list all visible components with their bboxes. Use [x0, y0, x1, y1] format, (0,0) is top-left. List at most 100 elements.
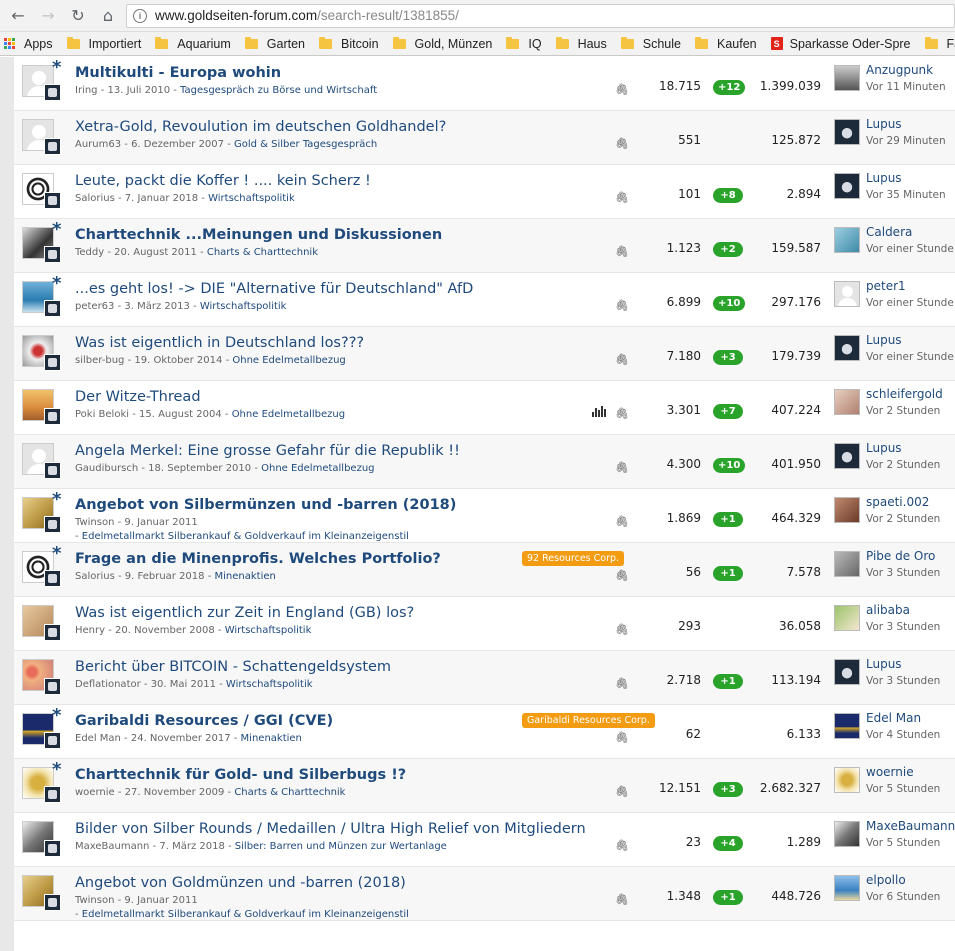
back-icon[interactable]: ←	[6, 4, 30, 28]
thread-author[interactable]: Poki Beloki	[75, 409, 129, 420]
last-poster-name[interactable]: schleifergold	[866, 387, 943, 401]
last-poster-mini-avatar[interactable]	[44, 516, 61, 533]
thread-forum[interactable]: Tagesgespräch zu Börse und Wirtschaft	[180, 85, 377, 96]
thread-author[interactable]: Iring	[75, 85, 98, 96]
new-posts-badge[interactable]: +2	[713, 242, 743, 257]
company-tag[interactable]: 92 Resources Corp.	[522, 551, 625, 566]
new-posts-badge[interactable]: +4	[713, 836, 743, 851]
bookmark-4[interactable]: Bitcoin	[319, 36, 379, 51]
thread-author[interactable]: Twinson	[75, 895, 114, 906]
last-poster-name[interactable]: Lupus	[866, 333, 902, 347]
last-poster-name[interactable]: Caldera	[866, 225, 912, 239]
thread-forum[interactable]: Ohne Edelmetallbezug	[232, 355, 345, 366]
last-poster-avatar[interactable]	[834, 767, 860, 793]
thread-forum[interactable]: Charts & Charttechnik	[207, 247, 318, 258]
last-poster-name[interactable]: MaxeBaumann	[866, 819, 955, 833]
thread-author[interactable]: Gaudibursch	[75, 463, 138, 474]
last-poster-avatar[interactable]	[834, 875, 860, 901]
last-poster-mini-avatar[interactable]	[44, 570, 61, 587]
thread-author[interactable]: Teddy	[75, 247, 104, 258]
last-poster-mini-avatar[interactable]	[44, 84, 61, 101]
bookmark-5[interactable]: Gold, Münzen	[392, 36, 492, 51]
thread-author[interactable]: silber-bug	[75, 355, 124, 366]
last-poster-mini-avatar[interactable]	[44, 894, 61, 911]
thread-forum[interactable]: Minenaktien	[215, 571, 276, 582]
last-poster-name[interactable]: Anzugpunk	[866, 63, 933, 77]
thread-title[interactable]: Multikulti - Europa wohin	[75, 65, 281, 81]
forward-icon[interactable]: →	[36, 4, 60, 28]
reload-icon[interactable]: ↻	[66, 4, 90, 28]
bookmark-8[interactable]: Schule	[620, 36, 681, 51]
last-poster-name[interactable]: peter1	[866, 279, 906, 293]
thread-forum[interactable]: Silber: Barren und Münzen zur Wertanlage	[235, 841, 447, 852]
last-poster-mini-avatar[interactable]	[44, 786, 61, 803]
thread-title[interactable]: Charttechnik für Gold- und Silberbugs !?	[75, 767, 406, 783]
thread-title[interactable]: Was ist eigentlich in Deutschland los???	[75, 335, 364, 351]
thread-author[interactable]: Aurum63	[75, 139, 121, 150]
last-poster-name[interactable]: Edel Man	[866, 711, 921, 725]
bookmark-3[interactable]: Garten	[244, 36, 305, 51]
thread-forum[interactable]: Charts & Charttechnik	[234, 787, 345, 798]
thread-title[interactable]: Garibaldi Resources / GGI (CVE)	[75, 713, 333, 729]
thread-author[interactable]: Deflationator	[75, 679, 141, 690]
last-poster-name[interactable]: woernie	[866, 765, 914, 779]
thread-forum[interactable]: Ohne Edelmetallbezug	[261, 463, 374, 474]
last-poster-mini-avatar[interactable]	[44, 462, 61, 479]
thread-title[interactable]: Angebot von Goldmünzen und -barren (2018…	[75, 875, 406, 891]
address-bar[interactable]: i www.goldseiten-forum.com/search-result…	[126, 3, 955, 28]
new-posts-badge[interactable]: +8	[713, 188, 743, 203]
thread-title[interactable]: Frage an die Minenprofis. Welches Portfo…	[75, 551, 441, 567]
new-posts-badge[interactable]: +1	[713, 674, 743, 689]
thread-forum[interactable]: Wirtschaftspolitik	[200, 301, 287, 312]
bookmark-9[interactable]: Kaufen	[695, 36, 757, 51]
thread-author[interactable]: Henry	[75, 625, 105, 636]
thread-author[interactable]: woernie	[75, 787, 115, 798]
thread-author[interactable]: Twinson	[75, 517, 114, 528]
bookmark-6[interactable]: IQ	[506, 36, 542, 51]
thread-author[interactable]: Salorius	[75, 193, 115, 204]
last-poster-avatar[interactable]	[834, 443, 860, 469]
last-poster-mini-avatar[interactable]	[44, 138, 61, 155]
thread-author[interactable]: Salorius	[75, 571, 115, 582]
thread-author[interactable]: MaxeBaumann	[75, 841, 149, 852]
last-poster-mini-avatar[interactable]	[44, 408, 61, 425]
last-poster-avatar[interactable]	[834, 119, 860, 145]
thread-forum[interactable]: Gold & Silber Tagesgespräch	[234, 139, 377, 150]
last-poster-avatar[interactable]	[834, 659, 860, 685]
last-poster-name[interactable]: Lupus	[866, 117, 902, 131]
last-poster-name[interactable]: elpollo	[866, 873, 906, 887]
thread-title[interactable]: Xetra-Gold, Revoulution im deutschen Gol…	[75, 119, 446, 135]
last-poster-avatar[interactable]	[834, 713, 860, 739]
last-poster-avatar[interactable]	[834, 227, 860, 253]
last-poster-mini-avatar[interactable]	[44, 300, 61, 317]
home-icon[interactable]: ⌂	[96, 4, 120, 28]
last-poster-mini-avatar[interactable]	[44, 840, 61, 857]
thread-title[interactable]: Angebot von Silbermünzen und -barren (20…	[75, 497, 456, 513]
last-poster-mini-avatar[interactable]	[44, 678, 61, 695]
thread-title[interactable]: Leute, packt die Koffer ! .... kein Sche…	[75, 173, 371, 189]
new-posts-badge[interactable]: +1	[713, 566, 743, 581]
new-posts-badge[interactable]: +3	[713, 782, 743, 797]
thread-forum[interactable]: Edelmetallmarkt Silberankauf & Goldverka…	[82, 909, 409, 920]
thread-author[interactable]: Edel Man	[75, 733, 121, 744]
last-poster-avatar[interactable]	[834, 173, 860, 199]
new-posts-badge[interactable]: +1	[713, 890, 743, 905]
thread-title[interactable]: Bilder von Silber Rounds / Medaillen / U…	[75, 821, 586, 837]
thread-title[interactable]: ...es geht los! -> DIE "Alternative für …	[75, 281, 473, 297]
bookmark-1[interactable]: Importiert	[66, 36, 141, 51]
bookmark-7[interactable]: Haus	[555, 36, 607, 51]
last-poster-avatar[interactable]	[834, 281, 860, 307]
bookmark-2[interactable]: Aquarium	[155, 36, 231, 51]
bookmark-11[interactable]: Fahrs	[924, 36, 955, 51]
new-posts-badge[interactable]: +1	[713, 512, 743, 527]
new-posts-badge[interactable]: +3	[713, 350, 743, 365]
last-poster-mini-avatar[interactable]	[44, 192, 61, 209]
info-icon[interactable]: i	[133, 8, 147, 23]
thread-forum[interactable]: Edelmetallmarkt Silberankauf & Goldverka…	[82, 531, 409, 542]
thread-title[interactable]: Was ist eigentlich zur Zeit in England (…	[75, 605, 414, 621]
new-posts-badge[interactable]: +7	[713, 404, 743, 419]
last-poster-mini-avatar[interactable]	[44, 732, 61, 749]
thread-title[interactable]: Bericht über BITCOIN - Schattengeldsyste…	[75, 659, 391, 675]
bookmark-0[interactable]: Apps	[4, 37, 53, 51]
last-poster-name[interactable]: Pibe de Oro	[866, 549, 935, 563]
